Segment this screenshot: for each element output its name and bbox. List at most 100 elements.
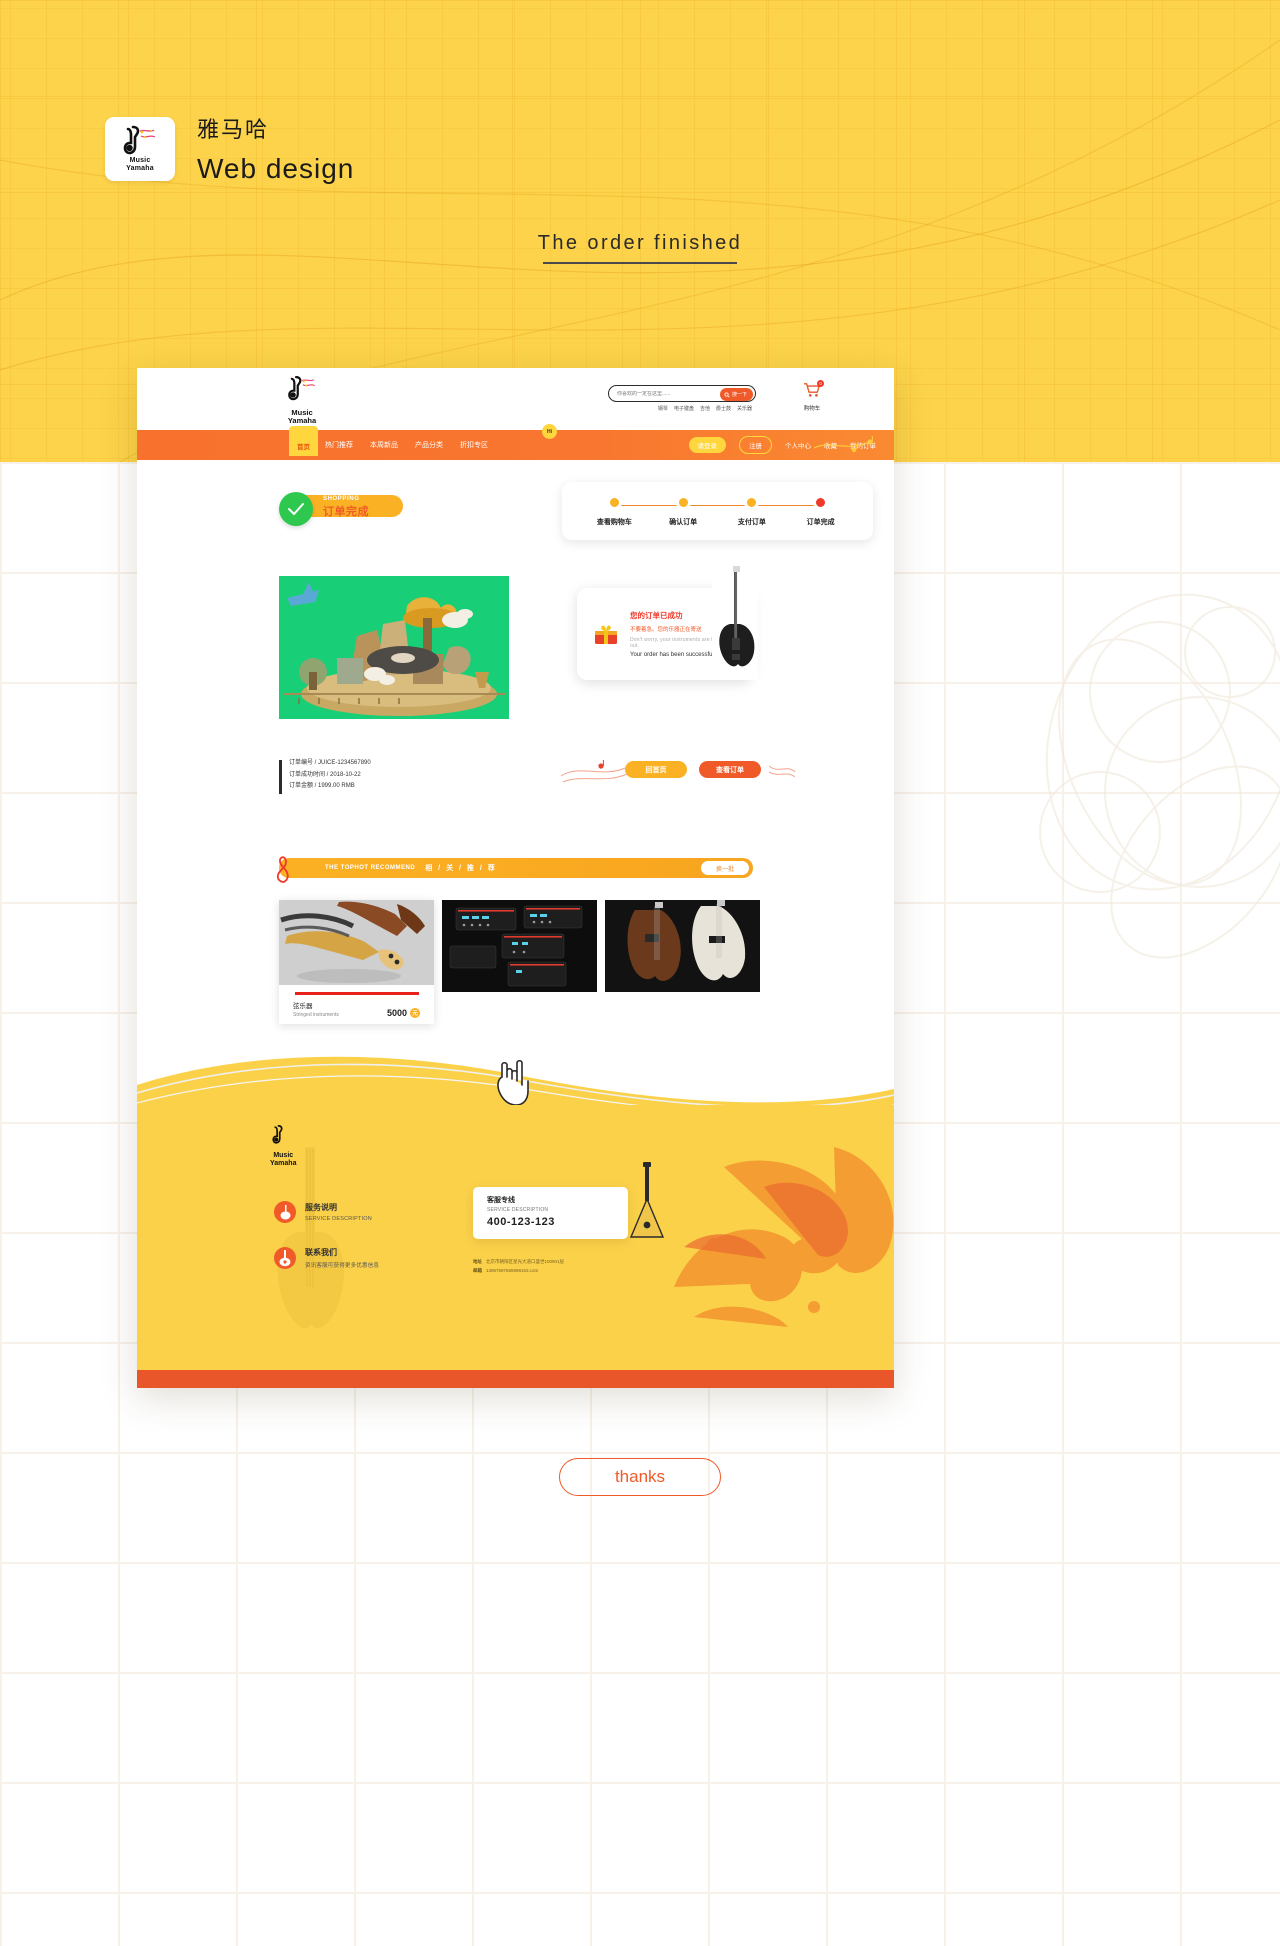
- search-icon: [724, 391, 730, 398]
- brand-name-en: Web design: [197, 153, 355, 184]
- gift-icon: [595, 625, 617, 644]
- address-value: 北京市朝阳区星光大道口盛世100901层: [486, 1259, 565, 1264]
- logo-yamaha-label: Yamaha: [126, 164, 154, 172]
- order-done-text: SHOPPING 订单完成: [323, 496, 369, 519]
- thanks-button[interactable]: thanks: [559, 1458, 721, 1496]
- change-batch-button[interactable]: 换一批: [701, 861, 749, 875]
- product-image-strings: [279, 900, 434, 985]
- hero-title-underline: [543, 262, 737, 264]
- step-label: 查看购物车: [596, 518, 632, 526]
- order-done-shopping: SHOPPING: [323, 496, 360, 502]
- order-amount: 订单金额 / 1999.00 RMB: [289, 783, 355, 789]
- nav-item-new[interactable]: 本周新品: [370, 440, 398, 450]
- logo-music-label: Music: [129, 157, 151, 165]
- order-done-badge: SHOPPING 订单完成: [279, 492, 403, 526]
- nav-item-category[interactable]: 产品分类: [415, 440, 443, 450]
- nav-item-account[interactable]: 个人中心: [785, 440, 811, 450]
- step-confirm[interactable]: 确认订单: [649, 495, 718, 527]
- music-note-decoration: [560, 760, 628, 783]
- search-input[interactable]: [617, 390, 709, 397]
- treble-clef-icon: [276, 856, 289, 883]
- product-divider: [294, 992, 419, 995]
- product-card[interactable]: [605, 900, 760, 992]
- brand-text: 雅马哈 Web design: [197, 112, 354, 185]
- swirl-ornament: [674, 1147, 894, 1327]
- footer-service-item[interactable]: 服务说明 SERVICE DESCRIPTION: [274, 1201, 372, 1223]
- search-button[interactable]: 搜一下: [719, 388, 753, 401]
- search-box[interactable]: 搜一下: [608, 385, 756, 402]
- check-icon: [288, 503, 304, 515]
- footer-item-title: 联系我们: [305, 1248, 337, 1257]
- recommend-en: THE TOPHOT RECOMMEND: [325, 865, 416, 871]
- step-dot: [607, 495, 621, 509]
- hero-title: The order finished: [537, 232, 743, 254]
- register-button[interactable]: 注册: [739, 436, 772, 454]
- search-area: 搜一下 钢琴 电子键盘 吉他 爵士鼓 关乐器: [608, 385, 756, 412]
- site-header: Music Yamaha 搜一下 钢琴 电子键盘 吉他 爵士鼓 关乐器: [137, 368, 894, 430]
- footer-item-sub: SERVICE DESCRIPTION: [305, 1216, 372, 1222]
- step-finished[interactable]: 订单完成: [786, 495, 855, 527]
- logo-card: Music Yamaha: [105, 116, 175, 181]
- saxophone-icon: [272, 1125, 283, 1144]
- product-meta: 弦乐器 Stringed instruments 5000 元: [279, 1000, 434, 1018]
- step-label: 支付订单: [737, 518, 766, 526]
- service-card-sub: SERVICE DESCRIPTION: [487, 1207, 549, 1213]
- brand-name-cn: 雅马哈: [197, 117, 270, 142]
- nav-item-discount[interactable]: 折扣专区: [460, 440, 488, 450]
- nav-item-hot[interactable]: 热门推荐: [325, 440, 353, 450]
- order-time: 订单成功时间 / 2018-10-22: [289, 771, 361, 778]
- saxophone-icon: [123, 125, 156, 155]
- check-circle: [279, 492, 313, 526]
- hot-words: 钢琴 电子键盘 吉他 爵士鼓 关乐器: [608, 405, 756, 412]
- hot-word[interactable]: 钢琴: [658, 405, 668, 412]
- mock-body: SHOPPING 订单完成 查看购物车 确认订单 支付订单 订单完成 您的订单已…: [137, 460, 894, 1388]
- violin-watermark: [277, 1147, 345, 1329]
- hot-word[interactable]: 电子键盘: [674, 405, 694, 412]
- step-dot-active: [814, 495, 828, 509]
- recommend-cn: 相 / 关 / 推 / 荐: [425, 865, 497, 872]
- product-price: 5000 元: [387, 1007, 420, 1018]
- footer-contact-item[interactable]: 联系我们 资讯客服可获得更多优惠信息: [274, 1247, 379, 1269]
- step-dot: [676, 495, 690, 509]
- cart-button[interactable]: 0 购物车: [803, 380, 824, 412]
- nav-home-label: 首页: [297, 444, 310, 451]
- product-card[interactable]: 弦乐器 Stringed instruments 5000 元: [279, 900, 434, 1024]
- email-label: 邮箱: [473, 1268, 482, 1273]
- hot-word[interactable]: 吉他: [700, 405, 710, 412]
- view-order-button[interactable]: 查看订单: [699, 761, 761, 778]
- order-number: 订单编号 / JUICE-1234567890: [289, 760, 371, 766]
- electric-guitars-photo: [605, 900, 760, 992]
- cart-count-badge: 0: [817, 380, 824, 387]
- hot-word[interactable]: 爵士鼓: [716, 405, 731, 412]
- website-mockup: Music Yamaha 搜一下 钢琴 电子键盘 吉他 爵士鼓 关乐器: [137, 368, 894, 1388]
- step-label: 订单完成: [806, 518, 835, 526]
- nav-item-home[interactable]: 首页: [289, 426, 318, 456]
- hi-bubble: Hi: [542, 424, 557, 439]
- recommend-bar: THE TOPHOT RECOMMEND 相 / 关 / 推 / 荐 换一批: [276, 856, 753, 883]
- brand-row: Music Yamaha 雅马哈 Web design: [105, 112, 354, 185]
- mixer-consoles-photo: [442, 900, 597, 992]
- order-illustration: [279, 576, 509, 719]
- electric-guitar-image: [712, 564, 758, 680]
- address-label: 地址: [473, 1259, 482, 1264]
- step-pay[interactable]: 支付订单: [718, 495, 787, 527]
- stringed-instruments-photo: [279, 900, 434, 985]
- cart-label: 购物车: [803, 406, 821, 412]
- nav-items: 热门推荐 本周新品 产品分类 折扣专区: [325, 430, 488, 460]
- search-button-label: 搜一下: [731, 392, 747, 398]
- step-cart[interactable]: 查看购物车: [580, 495, 649, 527]
- site-nav: 首页 热门推荐 本周新品 产品分类 折扣专区 Hi 请登录 注册 个人中心 收藏…: [137, 424, 894, 460]
- footer-item-title: 服务说明: [305, 1203, 337, 1212]
- product-card[interactable]: [442, 900, 597, 992]
- hot-word[interactable]: 关乐器: [737, 405, 752, 412]
- rock-hand-icon: [497, 1059, 529, 1106]
- product-name-en: Stringed instruments: [293, 1011, 339, 1018]
- music-note-decoration-right: [769, 765, 795, 778]
- site-logo[interactable]: Music Yamaha: [285, 374, 319, 426]
- order-info: 订单编号 / JUICE-1234567890 订单成功时间 / 2018-10…: [279, 758, 371, 794]
- violin-icon: [274, 1201, 296, 1223]
- flower-decoration: [1039, 593, 1280, 959]
- back-home-button[interactable]: 回首页: [625, 761, 687, 778]
- order-action-buttons: 回首页 查看订单: [557, 758, 807, 786]
- login-button[interactable]: 请登录: [688, 437, 726, 453]
